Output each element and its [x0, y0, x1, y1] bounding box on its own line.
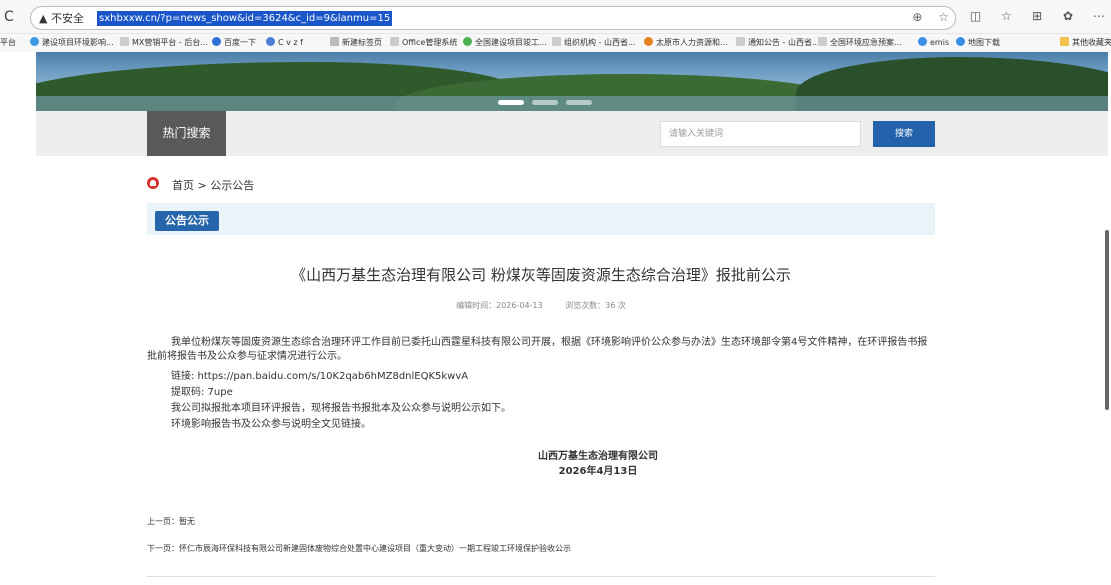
folder-icon	[1060, 37, 1069, 46]
next-page-link[interactable]: 下一页：怀仁市辰海环保科技有限公司新建固体废物综合处置中心建设项目（重大变动）一…	[147, 543, 571, 554]
home-icon[interactable]	[147, 177, 159, 189]
bookmark-item[interactable]: 平台	[0, 37, 16, 48]
split-screen-icon[interactable]: ◫	[962, 9, 989, 23]
page-icon	[552, 37, 561, 46]
eye-icon	[918, 37, 927, 46]
page-icon	[390, 37, 399, 46]
prev-page-link[interactable]: 上一页：暂无	[147, 516, 195, 527]
security-warning[interactable]: ▲ 不安全	[39, 10, 84, 26]
article-line: 环境影响报告书及公众参与说明全文见链接。	[171, 419, 371, 430]
extract-code: 提取码: 7upe	[171, 387, 233, 398]
page-icon	[120, 37, 129, 46]
zoom-icon[interactable]: ⊕	[912, 10, 922, 24]
globe-icon	[30, 37, 39, 46]
bookmarks-bar: 平台 建设项目环境影响... MX营销平台 - 后台... 百度一下 C v z…	[0, 34, 1111, 52]
signature-date: 2026年4月13日	[558, 466, 638, 477]
globe-icon	[463, 37, 472, 46]
breadcrumb[interactable]: 首页 > 公示公告	[172, 177, 254, 193]
section-header	[147, 203, 935, 235]
scrollbar[interactable]	[1105, 230, 1109, 410]
bookmark-item[interactable]: 全国环境应急预案...	[818, 37, 902, 48]
search-input[interactable]: 请输入关键词	[660, 121, 861, 147]
bookmark-item[interactable]: Office管理系统	[390, 37, 457, 48]
more-menu-icon[interactable]: ⋯	[1085, 9, 1111, 23]
page-icon	[818, 37, 827, 46]
article-paragraph: 我单位粉煤灰等固废资源生态综合治理环评工作目前已委托山西霆星科技有限公司开展，根…	[147, 337, 928, 362]
page-icon	[736, 37, 745, 46]
emblem-icon	[644, 37, 653, 46]
collections-icon[interactable]: ⊞	[1024, 9, 1051, 23]
bookmark-item[interactable]: 太原市人力资源和...	[644, 37, 728, 48]
bookmark-item[interactable]: 组织机构 - 山西省...	[552, 37, 636, 48]
banner-image	[36, 52, 1108, 111]
section-tag: 公告公示	[155, 211, 219, 231]
bookmark-item[interactable]: 百度一下	[212, 37, 256, 48]
tab-icon	[330, 37, 339, 46]
bookmark-item[interactable]: C v z f	[266, 37, 303, 47]
carousel-dot[interactable]	[566, 100, 592, 105]
eye-icon	[956, 37, 965, 46]
favorites-icon[interactable]: ☆	[993, 9, 1020, 23]
carousel-dot[interactable]	[498, 100, 524, 105]
bookmark-item[interactable]: emis	[918, 37, 949, 47]
extensions-icon[interactable]: ✿	[1054, 9, 1081, 23]
search-icon	[266, 37, 275, 46]
download-link[interactable]: 链接: https://pan.baidu.com/s/10K2qab6hMZ8…	[171, 367, 468, 382]
article-line: 我公司拟报批本项目环评报告，现将报告书报批本及公众参与说明公示如下。	[171, 403, 511, 414]
view-count: 浏览次数：36 次	[565, 301, 626, 310]
address-bar[interactable]: ▲ 不安全 sxhbxxw.cn/?p=news_show&id=3624&c_…	[30, 6, 956, 30]
bookmark-item[interactable]: 全国建设项目竣工...	[463, 37, 547, 48]
divider	[147, 576, 935, 577]
edit-time: 编辑时间：2026-04-13	[456, 301, 543, 310]
search-button[interactable]: 搜索	[873, 121, 935, 147]
bookmark-item[interactable]: MX营销平台 - 后台...	[120, 37, 208, 48]
article-meta: 编辑时间：2026-04-13 浏览次数：36 次	[147, 300, 935, 311]
favorite-star-icon[interactable]: ☆	[938, 10, 949, 24]
bookmark-item[interactable]: 通知公告 - 山西省...	[736, 37, 820, 48]
baidu-icon	[212, 37, 221, 46]
carousel-dot[interactable]	[532, 100, 558, 105]
browser-toolbar: C ▲ 不安全 sxhbxxw.cn/?p=news_show&id=3624&…	[0, 0, 1111, 34]
hot-search-label[interactable]: 热门搜索	[147, 111, 226, 156]
reload-icon[interactable]: C	[4, 9, 14, 25]
signature-company: 山西万基生态治理有限公司	[538, 451, 658, 462]
bookmark-item[interactable]: 新建标签页	[330, 37, 382, 48]
bookmark-item[interactable]: 地图下载	[956, 37, 1000, 48]
url-text[interactable]: sxhbxxw.cn/?p=news_show&id=3624&c_id=9&l…	[97, 11, 393, 26]
article-title: 《山西万基生态治理有限公司 粉煤灰等固废资源生态综合治理》报批前公示	[291, 266, 791, 284]
bookmark-folder[interactable]: 其他收藏夹	[1060, 37, 1111, 48]
carousel-dots	[498, 90, 600, 109]
bookmark-item[interactable]: 建设项目环境影响...	[30, 37, 114, 48]
